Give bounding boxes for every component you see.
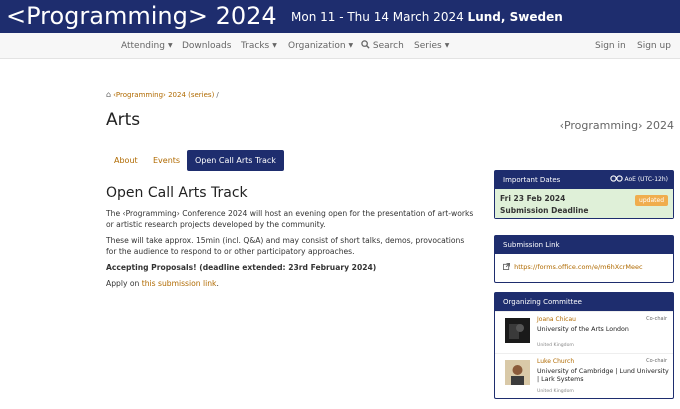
chevron-down-icon: ▼ [348, 42, 354, 49]
main-nav: Attending ▼ Downloads Tracks ▼ Organizatio… [0, 33, 680, 59]
submission-url[interactable]: https://forms.office.com/e/m6hXcrMeec [514, 263, 643, 271]
nav-organization[interactable]: Organization ▼ [288, 40, 353, 52]
member-name[interactable]: Luke Church [537, 358, 574, 365]
conference-title[interactable]: <Programming> 2024 [6, 1, 277, 32]
nav-search[interactable]: Search [361, 40, 404, 52]
nav-tracks-label: Tracks [241, 41, 270, 51]
tab-events[interactable]: Events [153, 150, 180, 171]
nav-attending-label: Attending [121, 41, 165, 51]
updated-badge: updated [635, 195, 668, 206]
chevron-down-icon: ▼ [272, 42, 277, 49]
breadcrumb-series-link[interactable]: ‹Programming› 2024 (series) [113, 91, 214, 99]
member-country: United Kingdom [537, 389, 574, 394]
member-role: Co-chair [646, 358, 667, 364]
apply-prefix: Apply on [106, 279, 140, 288]
member-country: United Kingdom [537, 343, 574, 348]
organizing-committee-header: Organizing Committee [495, 293, 673, 311]
apply-suffix: . [216, 279, 219, 288]
location: Lund, Sweden [467, 10, 563, 24]
member-name[interactable]: Joana Chicau [537, 316, 576, 323]
accepting-proposals: Accepting Proposals! (deadline extended:… [106, 263, 377, 272]
intro-paragraph: The ‹Programming› Conference 2024 will h… [106, 209, 474, 229]
search-icon [361, 40, 370, 49]
deadline-label: Submission Deadline [500, 206, 589, 215]
glasses-icon [609, 175, 623, 182]
home-icon[interactable]: ⌂ [106, 90, 111, 99]
conference-dates: Mon 11 - Thu 14 March 2024 Lund, Sweden [291, 9, 563, 25]
chevron-down-icon: ▼ [444, 42, 450, 49]
tab-about[interactable]: About [114, 150, 138, 171]
submission-link-card: Submission Link https://forms.office.com… [494, 235, 674, 283]
nav-downloads[interactable]: Downloads [182, 40, 231, 52]
member-affiliation: University of Cambridge | Lund Universit… [537, 368, 669, 383]
external-link-icon [503, 263, 510, 270]
committee-member[interactable]: Joana Chicau Co-chair University of the … [495, 311, 673, 353]
committee-member[interactable]: Luke Church Co-chair University of Cambr… [495, 353, 673, 398]
apply-paragraph: Apply on this submission link. [106, 278, 476, 289]
submission-link-header: Submission Link [495, 236, 673, 254]
nav-organization-label: Organization [288, 41, 346, 51]
avatar[interactable] [505, 318, 530, 343]
nav-attending[interactable]: Attending ▼ [121, 40, 173, 52]
submission-link-body: https://forms.office.com/e/m6hXcrMeec [495, 254, 673, 282]
tab-open-call[interactable]: Open Call Arts Track [187, 150, 284, 171]
breadcrumb: ⌂ ‹Programming› 2024 (series) / [106, 90, 219, 100]
important-dates-title: Important Dates [503, 176, 561, 184]
chevron-down-icon: ▼ [167, 42, 173, 49]
page-title: Arts [106, 110, 141, 130]
breadcrumb-separator: / [216, 91, 219, 99]
timezone-label: AoE (UTC-12h) [609, 171, 668, 189]
member-affiliation: University of the Arts London [537, 326, 629, 333]
avatar[interactable] [505, 360, 530, 385]
member-role: Co-chair [646, 316, 667, 322]
date-range: Mon 11 - Thu 14 March 2024 [291, 10, 464, 24]
nav-search-label: Search [372, 41, 404, 51]
nav-tracks[interactable]: Tracks ▼ [241, 40, 277, 52]
nav-series[interactable]: Series ▼ [414, 40, 449, 52]
top-bar: <Programming> 2024 Mon 11 - Thu 14 March… [0, 0, 680, 33]
organizing-committee-title: Organizing Committee [503, 298, 582, 306]
deadline-entry: Fri 23 Feb 2024 Submission Deadline upda… [495, 189, 673, 218]
section-heading: Open Call Arts Track [106, 185, 248, 201]
main-content: Open Call Arts Track The ‹Programming› C… [106, 183, 476, 289]
submission-link[interactable]: this submission link [142, 279, 217, 288]
submission-link-title: Submission Link [503, 241, 560, 249]
sign-in-link[interactable]: Sign in [595, 40, 626, 52]
series-label: ‹Programming› 2024 [559, 119, 674, 132]
organizing-committee-card: Organizing Committee Joana Chicau Co-cha… [494, 292, 674, 399]
sign-up-link[interactable]: Sign up [637, 40, 671, 52]
important-dates-header: Important Dates AoE (UTC-12h) [495, 171, 673, 189]
timezone-text: AoE (UTC-12h) [624, 176, 668, 183]
nav-series-label: Series [414, 41, 442, 51]
format-paragraph: These will take approx. 15min (incl. Q&A… [106, 236, 465, 256]
important-dates-card: Important Dates AoE (UTC-12h) Fri 23 Feb… [494, 170, 674, 219]
